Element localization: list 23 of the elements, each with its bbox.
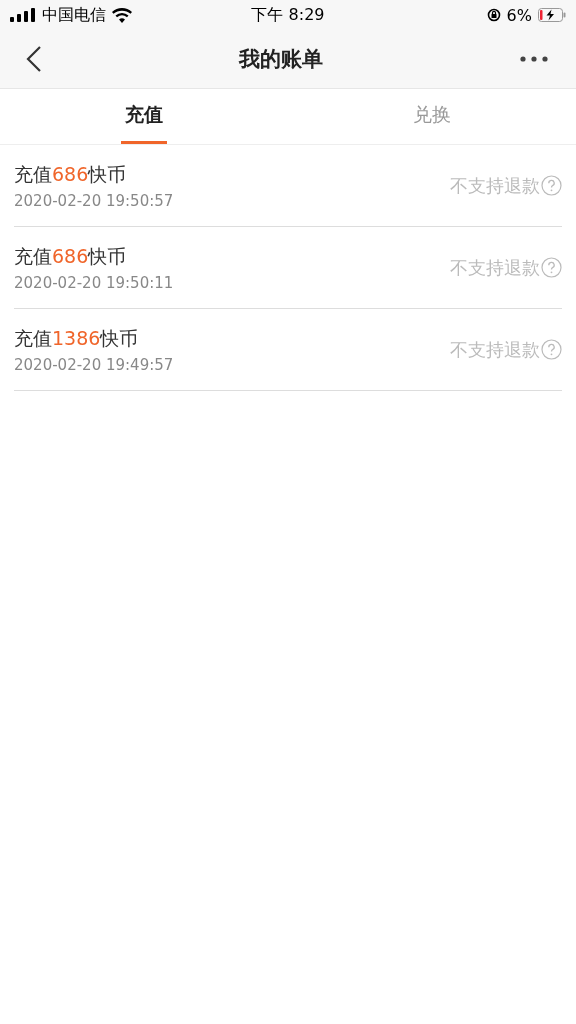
battery-icon [538, 8, 566, 22]
refund-note: 不支持退款 [450, 337, 540, 362]
record-title: 充值686快币 [14, 161, 128, 187]
more-icon[interactable] [520, 56, 548, 62]
help-icon[interactable] [541, 175, 562, 196]
page-title: 我的账单 [239, 46, 323, 73]
refund-note: 不支持退款 [450, 173, 540, 198]
tab[interactable]: 充值 [121, 89, 167, 144]
refund-note: 不支持退款 [450, 255, 540, 280]
record-title: 充值686快币 [14, 243, 128, 269]
help-icon[interactable] [541, 257, 562, 278]
help-icon[interactable] [541, 339, 562, 360]
record-time: 2020-02-20 19:50:57 [14, 191, 174, 210]
status-time: 下午 8:29 [251, 4, 325, 26]
carrier-name: 中国电信 [42, 4, 106, 26]
rotation-lock-icon [486, 8, 501, 22]
battery-percent: 6% [506, 5, 532, 25]
signal-icon [10, 8, 36, 22]
record-title: 充值1386快币 [14, 325, 140, 351]
record-time: 2020-02-20 19:50:11 [14, 273, 174, 292]
wifi-icon [112, 7, 132, 23]
back-icon[interactable] [26, 45, 42, 73]
record-time: 2020-02-20 19:49:57 [14, 355, 174, 374]
